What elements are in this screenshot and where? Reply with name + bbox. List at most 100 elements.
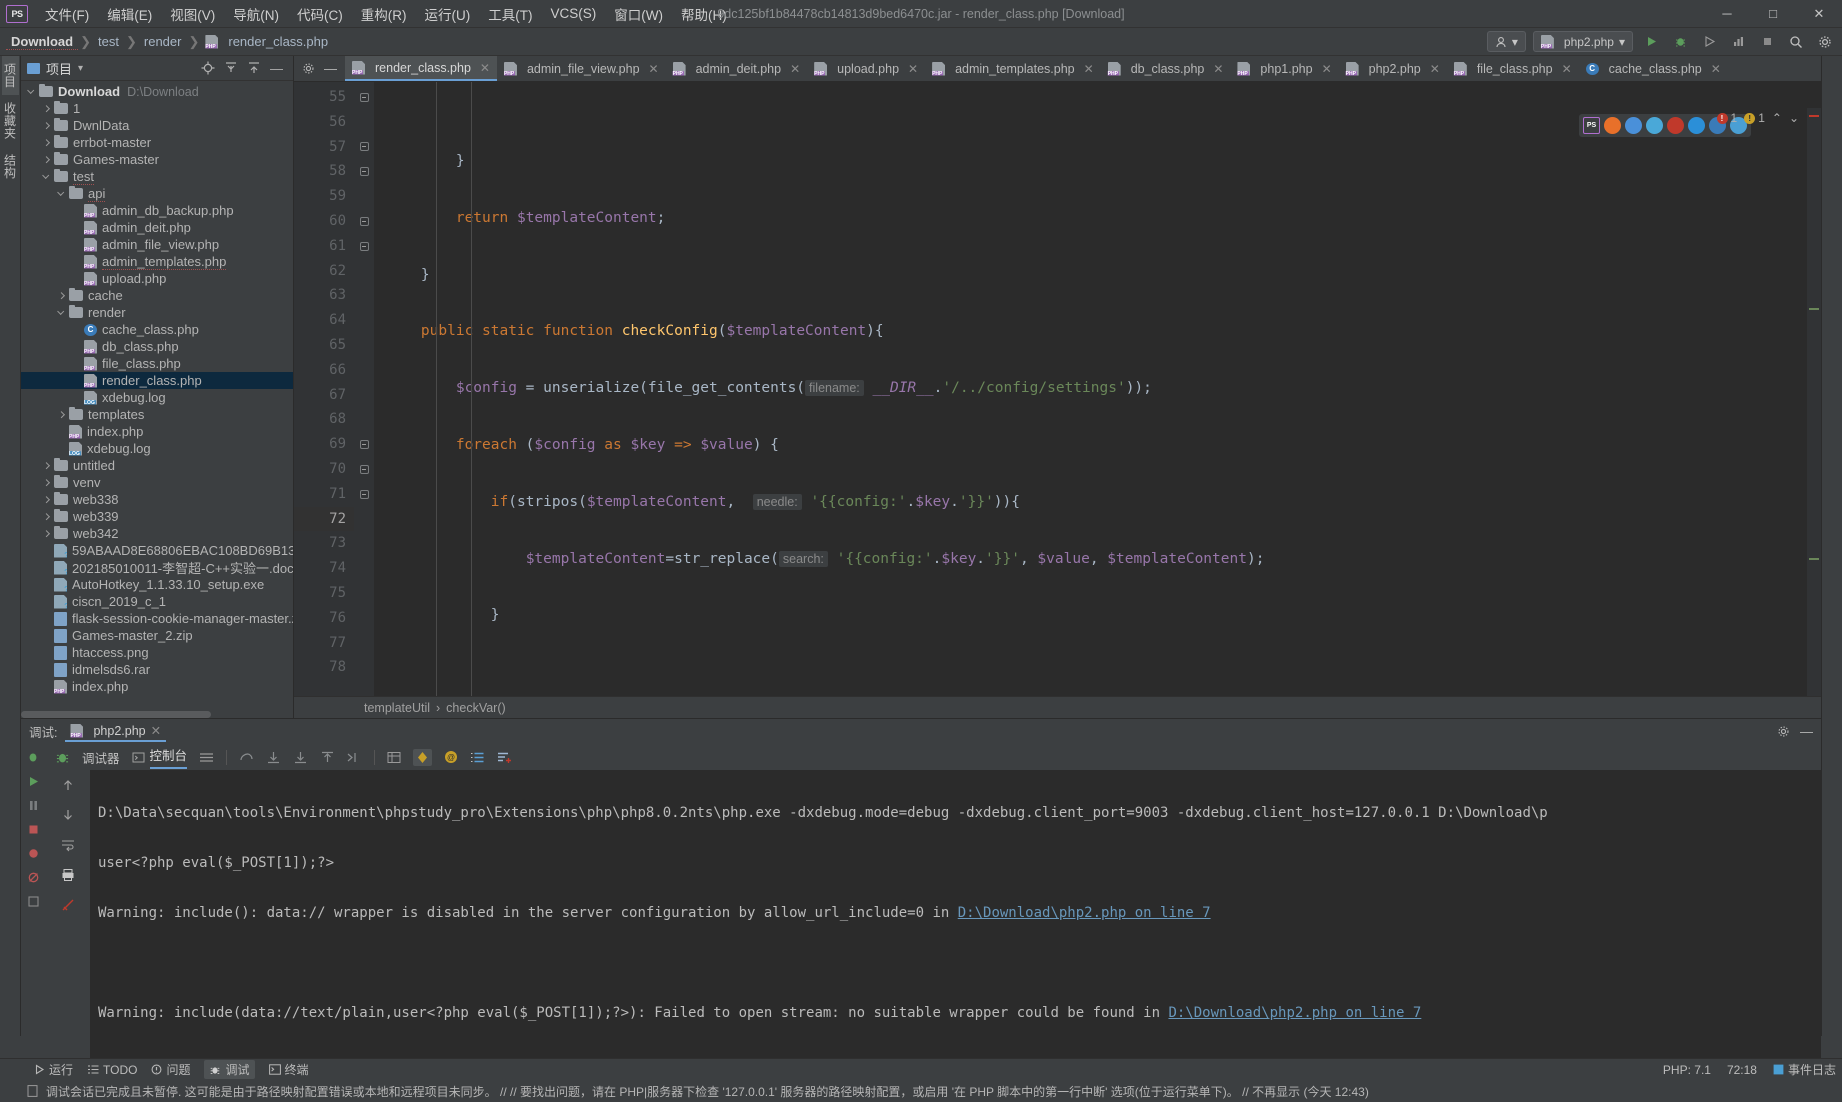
- editor-tab[interactable]: PHPupload.php✕: [807, 56, 925, 81]
- chevron-down-icon[interactable]: [57, 307, 68, 318]
- menu-vcs[interactable]: VCS(S): [542, 3, 606, 24]
- locate-icon[interactable]: [201, 61, 215, 75]
- close-icon[interactable]: ✕: [151, 723, 161, 738]
- profile-button[interactable]: [1727, 31, 1749, 53]
- editor-tab[interactable]: PHPadmin_templates.php✕: [925, 56, 1101, 81]
- line-number[interactable]: 68: [294, 407, 354, 432]
- menu-icon[interactable]: [199, 751, 214, 764]
- tree-item[interactable]: errbot-master: [21, 134, 293, 151]
- tree-item[interactable]: PHPfile_class.php: [21, 355, 293, 372]
- run-coverage-button[interactable]: [1698, 31, 1720, 53]
- force-step-into-icon[interactable]: [293, 751, 308, 764]
- evaluate-expression-icon[interactable]: [387, 751, 401, 764]
- run-configuration-selector[interactable]: PHP php2.php ▾: [1533, 31, 1633, 52]
- fold-marker-icon[interactable]: [354, 457, 374, 482]
- menu-code[interactable]: 代码(C): [288, 1, 352, 27]
- line-number[interactable]: 72: [294, 507, 354, 532]
- tree-item[interactable]: PHPupload.php: [21, 270, 293, 287]
- clear-console-icon[interactable]: [61, 898, 75, 912]
- chevron-right-icon[interactable]: [42, 528, 53, 539]
- settings-icon[interactable]: [27, 895, 40, 908]
- crumb-class[interactable]: templateUtil: [364, 701, 430, 715]
- menu-run[interactable]: 运行(U): [416, 1, 480, 27]
- step-into-icon[interactable]: [266, 751, 281, 764]
- step-over-icon[interactable]: [239, 751, 254, 764]
- breadcrumb-test[interactable]: test: [93, 34, 124, 49]
- editor-tab[interactable]: Ccache_class.php✕: [1579, 56, 1728, 81]
- run-to-cursor-icon[interactable]: [347, 751, 362, 764]
- editor-tab[interactable]: PHPfile_class.php✕: [1447, 56, 1579, 81]
- menu-file[interactable]: 文件(F): [36, 1, 98, 27]
- tree-item[interactable]: Ccache_class.php: [21, 321, 293, 338]
- tree-item[interactable]: DownloadD:\Download: [21, 83, 293, 100]
- breadcrumb-render[interactable]: render: [139, 34, 187, 49]
- tree-item[interactable]: htaccess.png: [21, 644, 293, 661]
- scroll-down-icon[interactable]: [61, 808, 75, 822]
- project-tree[interactable]: DownloadD:\Download1DwnlDataerrbot-maste…: [21, 81, 293, 718]
- rail-favorites[interactable]: 收藏夹: [2, 95, 19, 147]
- tree-item[interactable]: web338: [21, 491, 293, 508]
- source-code[interactable]: } return $templateContent; } public stat…: [374, 82, 1821, 696]
- pause-icon[interactable]: [27, 799, 40, 812]
- editor-tab[interactable]: PHPphp1.php✕: [1230, 56, 1338, 81]
- tree-item[interactable]: PHPdb_class.php: [21, 338, 293, 355]
- next-issue-icon[interactable]: ⌄: [1789, 111, 1799, 125]
- scroll-up-icon[interactable]: [61, 778, 75, 792]
- chevron-right-icon[interactable]: [42, 460, 53, 471]
- chevron-right-icon[interactable]: [42, 137, 53, 148]
- user-selector[interactable]: ▾: [1487, 31, 1526, 52]
- fold-marker-icon[interactable]: [354, 432, 374, 457]
- soft-wrap-icon[interactable]: [61, 838, 75, 852]
- line-number[interactable]: 56: [294, 110, 354, 135]
- tree-item[interactable]: AutoHotkey_1.1.33.10_setup.exe: [21, 576, 293, 593]
- php-version[interactable]: PHP: 7.1: [1663, 1063, 1711, 1077]
- line-number[interactable]: 78: [294, 655, 354, 680]
- line-number[interactable]: 74: [294, 556, 354, 581]
- tree-item[interactable]: PHPindex.php: [21, 678, 293, 695]
- tree-item[interactable]: Games-master_2.zip: [21, 627, 293, 644]
- editor-scrollbar-markers[interactable]: [1807, 108, 1821, 696]
- fold-marker-icon[interactable]: [354, 482, 374, 507]
- close-button[interactable]: ✕: [1796, 0, 1842, 28]
- crumb-method[interactable]: checkVar(): [446, 701, 506, 715]
- close-icon[interactable]: ✕: [1322, 62, 1332, 76]
- hide-panel-icon[interactable]: —: [270, 61, 283, 76]
- close-icon[interactable]: ✕: [1213, 62, 1223, 76]
- sidebar-horizontal-scrollbar[interactable]: [21, 711, 293, 718]
- rail-project[interactable]: 项目: [2, 56, 19, 95]
- editor-tab[interactable]: PHPadmin_file_view.php✕: [497, 56, 666, 81]
- tree-item[interactable]: LOGxdebug.log: [21, 389, 293, 406]
- editor-tab[interactable]: PHPphp2.php✕: [1339, 56, 1447, 81]
- menu-edit[interactable]: 编辑(E): [98, 1, 161, 27]
- collapse-all-icon[interactable]: [247, 61, 261, 75]
- tree-item[interactable]: DwnlData: [21, 117, 293, 134]
- tree-item[interactable]: cache: [21, 287, 293, 304]
- tree-item[interactable]: 59ABAAD8E68806EBAC108BD69B13D7E9: [21, 542, 293, 559]
- tree-item[interactable]: ciscn_2019_c_1: [21, 593, 293, 610]
- line-number[interactable]: 63: [294, 283, 354, 308]
- rerun-icon[interactable]: [26, 750, 40, 764]
- line-number[interactable]: 62: [294, 259, 354, 284]
- caret-position[interactable]: 72:18: [1727, 1063, 1757, 1077]
- tree-item[interactable]: PHPrender_class.php: [21, 372, 293, 389]
- tree-item[interactable]: api: [21, 185, 293, 202]
- event-log[interactable]: 事件日志: [1773, 1061, 1836, 1078]
- statusbar-terminal[interactable]: 终端: [269, 1061, 309, 1078]
- menu-tools[interactable]: 工具(T): [479, 1, 541, 27]
- chevron-right-icon[interactable]: [57, 409, 68, 420]
- file-link[interactable]: D:\Download\php2.php on line 7: [958, 905, 1211, 921]
- tree-item[interactable]: Games-master: [21, 151, 293, 168]
- edge-icon[interactable]: [1688, 117, 1705, 134]
- line-number[interactable]: 75: [294, 581, 354, 606]
- chevron-right-icon[interactable]: [42, 103, 53, 114]
- tab-debugger[interactable]: 调试器: [82, 748, 120, 767]
- line-number[interactable]: 67: [294, 383, 354, 408]
- gear-icon[interactable]: [302, 62, 315, 75]
- highlight-icon[interactable]: [413, 749, 432, 766]
- stop-button[interactable]: [1756, 31, 1778, 53]
- fold-marker-icon[interactable]: [354, 234, 374, 259]
- gear-icon[interactable]: [1777, 725, 1790, 738]
- chevron-down-icon[interactable]: [42, 171, 53, 182]
- chevron-right-icon[interactable]: [57, 290, 68, 301]
- menu-help[interactable]: 帮助(H): [672, 1, 736, 27]
